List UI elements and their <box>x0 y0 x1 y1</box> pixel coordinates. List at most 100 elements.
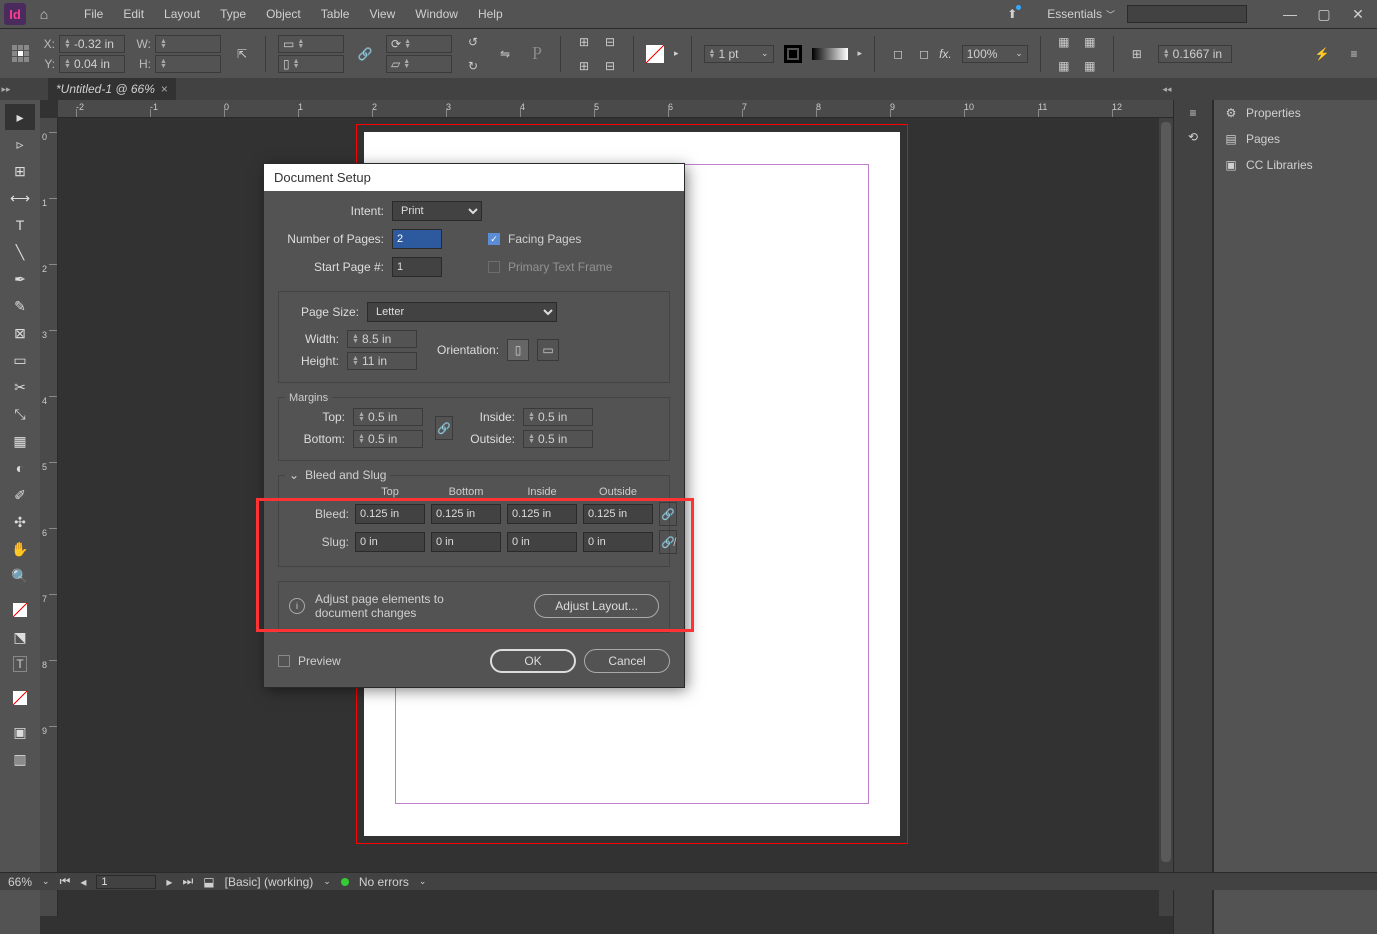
scale-y[interactable]: ▯▲▼ <box>278 55 344 73</box>
line-tool[interactable]: ╲ <box>5 239 35 265</box>
selection-tool[interactable]: ▸ <box>5 104 35 130</box>
link-scale-icon[interactable]: 🔗 <box>354 43 376 65</box>
stroke-panel-icon[interactable]: ≡ <box>1189 106 1196 120</box>
portrait-icon[interactable]: ▯ <box>507 339 529 361</box>
profile-label[interactable]: [Basic] (working) <box>225 875 314 889</box>
free-transform-tool[interactable]: ⤡ <box>5 401 35 427</box>
wrap1-icon[interactable]: ▦ <box>1053 31 1075 53</box>
distr2-icon[interactable]: ⊟ <box>599 55 621 77</box>
w-field[interactable]: ▲▼ <box>155 35 221 53</box>
cancel-button[interactable]: Cancel <box>584 649 670 673</box>
gradient-feather-tool[interactable]: ◐ <box>5 455 35 481</box>
color-panel-icon[interactable]: ⟲ <box>1188 130 1198 144</box>
search-input[interactable] <box>1127 5 1247 23</box>
slug-inside[interactable] <box>507 532 577 552</box>
window-close[interactable]: ✕ <box>1343 6 1373 23</box>
rotate-ccw-icon[interactable]: ↺ <box>462 31 484 53</box>
margin-inside-field[interactable]: ▲▼0.5 in <box>523 408 593 426</box>
slug-bottom[interactable] <box>431 532 501 552</box>
corner-icon[interactable]: ◻ <box>887 43 909 65</box>
wrap3-icon[interactable]: ▦ <box>1053 55 1075 77</box>
adjust-layout-button[interactable]: Adjust Layout... <box>534 594 659 618</box>
landscape-icon[interactable]: ▭ <box>537 339 559 361</box>
page-size-select[interactable]: Letter <box>367 302 557 322</box>
shear-field[interactable]: ▱▲▼ <box>386 55 452 73</box>
constrain-icon[interactable]: ⇱ <box>231 43 253 65</box>
view-mode-icon[interactable]: ▣ <box>5 719 35 745</box>
document-tab[interactable]: *Untitled-1 @ 66% × <box>48 78 176 100</box>
menu-type[interactable]: Type <box>212 3 254 25</box>
expand-tools-icon[interactable]: ▸▸ <box>0 84 12 95</box>
menu-view[interactable]: View <box>361 3 403 25</box>
zoom-field[interactable]: 100%⌄ <box>962 45 1028 63</box>
properties-panel[interactable]: ⚙Properties <box>1214 100 1377 126</box>
unlink-slug-icon[interactable]: 🔗̸ <box>659 530 677 554</box>
next-page-icon[interactable]: ▸ <box>166 875 172 889</box>
bleed-outside[interactable] <box>583 504 653 524</box>
zoom-tool[interactable]: 🔍 <box>5 563 35 589</box>
menu-window[interactable]: Window <box>407 3 466 25</box>
link-margins-icon[interactable]: 🔗 <box>435 416 453 440</box>
liquid-field[interactable]: ▲▼0.1667 in <box>1158 45 1232 63</box>
y-field[interactable]: ▲▼0.04 in <box>59 55 125 73</box>
panel-menu-icon[interactable]: ≡ <box>1343 43 1365 65</box>
workspace-switcher[interactable]: Essentials﹀ <box>1039 5 1123 23</box>
fx-icon[interactable]: fx. <box>939 47 952 61</box>
vertical-scrollbar[interactable] <box>1159 118 1173 916</box>
collapse-panels-icon[interactable]: ◂◂ <box>1161 84 1173 95</box>
hand-tool[interactable]: ✋ <box>5 536 35 562</box>
page-tool[interactable]: ⊞ <box>5 158 35 184</box>
errors-label[interactable]: No errors <box>359 875 409 889</box>
x-field[interactable]: ▲▼-0.32 in <box>59 35 125 53</box>
wrap4-icon[interactable]: ▦ <box>1079 55 1101 77</box>
type-tool[interactable]: T <box>5 212 35 238</box>
menu-help[interactable]: Help <box>470 3 511 25</box>
stroke-weight[interactable]: ▲▼1 pt⌄ <box>704 45 774 63</box>
menu-edit[interactable]: Edit <box>115 3 152 25</box>
width-field[interactable]: ▲▼8.5 in <box>347 330 417 348</box>
gradient-swatch-tool[interactable]: ▦ <box>5 428 35 454</box>
menu-object[interactable]: Object <box>258 3 309 25</box>
preview-checkbox[interactable] <box>278 655 290 667</box>
screen-mode-icon[interactable]: ▥ <box>5 746 35 772</box>
h-field[interactable]: ▲▼ <box>155 55 221 73</box>
page-field[interactable] <box>96 875 156 889</box>
fill-swatch[interactable] <box>646 45 664 63</box>
note-tool[interactable]: ✐ <box>5 482 35 508</box>
rectangle-frame-tool[interactable]: ⊠ <box>5 320 35 346</box>
align-icon[interactable]: ⊞ <box>573 31 595 53</box>
cc-libraries-panel[interactable]: ▣CC Libraries <box>1214 152 1377 178</box>
format-text-icon[interactable]: T <box>5 651 35 677</box>
window-maximize[interactable]: ▢ <box>1309 6 1339 23</box>
menu-file[interactable]: File <box>76 3 111 25</box>
direct-selection-tool[interactable]: ▹ <box>5 131 35 157</box>
scissors-tool[interactable]: ✂ <box>5 374 35 400</box>
facing-pages-checkbox[interactable]: ✓ <box>488 233 500 245</box>
pencil-tool[interactable]: ✎ <box>5 293 35 319</box>
rotate-cw-icon[interactable]: ↻ <box>462 55 484 77</box>
status-zoom[interactable]: 66% <box>8 875 32 889</box>
first-page-icon[interactable]: ⏮ <box>60 874 71 889</box>
scale-x[interactable]: ▭▲▼ <box>278 35 344 53</box>
slug-top[interactable] <box>355 532 425 552</box>
distr-icon[interactable]: ⊟ <box>599 31 621 53</box>
rectangle-tool[interactable]: ▭ <box>5 347 35 373</box>
fill-stroke-icon[interactable] <box>5 597 35 623</box>
last-page-icon[interactable]: ⏭ <box>182 874 193 889</box>
height-field[interactable]: ▲▼11 in <box>347 352 417 370</box>
reference-point-icon[interactable] <box>12 45 29 62</box>
align2-icon[interactable]: ⊞ <box>573 55 595 77</box>
link-bleed-icon[interactable]: 🔗 <box>659 502 677 526</box>
home-icon[interactable]: ⌂ <box>30 6 58 22</box>
bleed-top[interactable] <box>355 504 425 524</box>
stroke-swatch[interactable] <box>784 45 802 63</box>
wrap2-icon[interactable]: ▦ <box>1079 31 1101 53</box>
slug-outside[interactable] <box>583 532 653 552</box>
start-page-field[interactable] <box>392 257 442 277</box>
open-icon[interactable]: ⬓ <box>203 875 214 889</box>
menu-table[interactable]: Table <box>313 3 358 25</box>
prev-page-icon[interactable]: ◂ <box>80 875 86 889</box>
quick-apply-icon[interactable]: ⚡ <box>1311 43 1333 65</box>
corner-icon2[interactable]: ◻ <box>913 43 935 65</box>
close-tab-icon[interactable]: × <box>161 82 168 96</box>
